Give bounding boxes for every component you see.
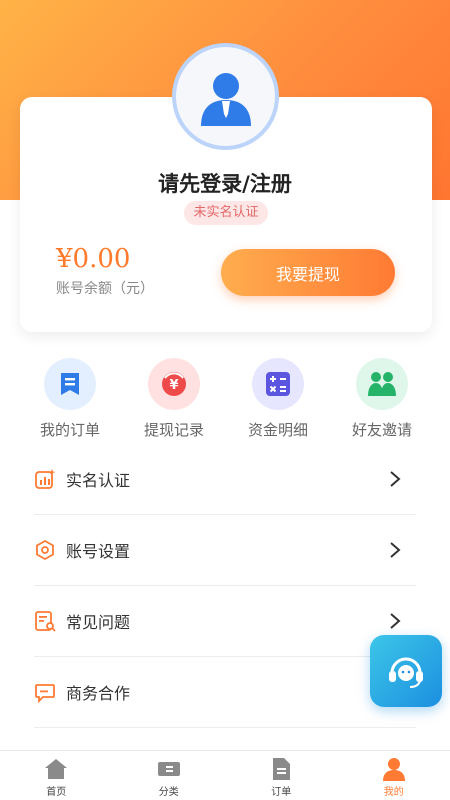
verify-status-badge: 未实名认证: [184, 201, 268, 225]
verify-chart-icon: [34, 468, 56, 490]
balance-amount: ¥0.00: [56, 244, 131, 274]
category-icon: [156, 757, 182, 781]
menu-item-label: 商务合作: [66, 684, 131, 703]
friends-icon: [356, 358, 408, 410]
order-icon: [44, 358, 96, 410]
quick-action-withdraw-records[interactable]: ¥ 提现记录: [118, 358, 230, 440]
tab-label: 首页: [46, 787, 67, 798]
calculator-icon: [252, 358, 304, 410]
user-icon: [381, 757, 407, 781]
quick-action-orders[interactable]: 我的订单: [14, 358, 126, 440]
tab-label: 分类: [158, 787, 179, 798]
headset-icon: [389, 657, 423, 688]
quick-action-invite-friends[interactable]: 好友邀请: [326, 358, 438, 440]
quick-action-label: 资金明细: [247, 421, 308, 439]
menu-item-business[interactable]: 商务合作: [34, 657, 416, 728]
menu-item-faq[interactable]: 常见问题: [34, 586, 416, 657]
quick-action-label: 我的订单: [39, 421, 100, 439]
home-icon: [43, 757, 69, 781]
bottom-tab-bar: 首页 分类 订单 我的: [0, 750, 450, 800]
quick-action-label: 提现记录: [143, 421, 204, 439]
login-register-link[interactable]: 请先登录/注册: [0, 168, 450, 198]
menu-item-label: 账号设置: [66, 542, 131, 561]
withdraw-record-icon: ¥: [148, 358, 200, 410]
withdraw-button[interactable]: 我要提现: [221, 249, 395, 296]
menu-item-verification[interactable]: 实名认证: [34, 444, 416, 515]
tab-label: 订单: [271, 787, 292, 798]
tab-orders[interactable]: 订单: [225, 751, 338, 800]
faq-icon: [34, 610, 56, 632]
chat-icon: [34, 681, 56, 703]
document-icon: [268, 757, 294, 781]
menu-item-label: 实名认证: [66, 471, 131, 490]
quick-action-label: 好友邀请: [351, 421, 412, 439]
settings-icon: [34, 539, 56, 561]
user-avatar-icon: [200, 72, 251, 126]
tab-category[interactable]: 分类: [113, 751, 226, 800]
quick-action-fund-details[interactable]: 资金明细: [222, 358, 334, 440]
svg-text:¥: ¥: [169, 378, 178, 393]
chevron-right-icon: [390, 471, 401, 487]
tab-home[interactable]: 首页: [0, 751, 113, 800]
tab-mine[interactable]: 我的: [338, 751, 450, 800]
balance-label: 账号余额（元）: [56, 281, 154, 297]
chevron-right-icon: [390, 613, 401, 629]
menu-item-account-settings[interactable]: 账号设置: [34, 515, 416, 586]
avatar[interactable]: [172, 43, 279, 150]
customer-service-button[interactable]: [370, 635, 442, 707]
menu-item-label: 常见问题: [66, 613, 131, 632]
chevron-right-icon: [390, 542, 401, 558]
tab-label: 我的: [383, 787, 404, 798]
